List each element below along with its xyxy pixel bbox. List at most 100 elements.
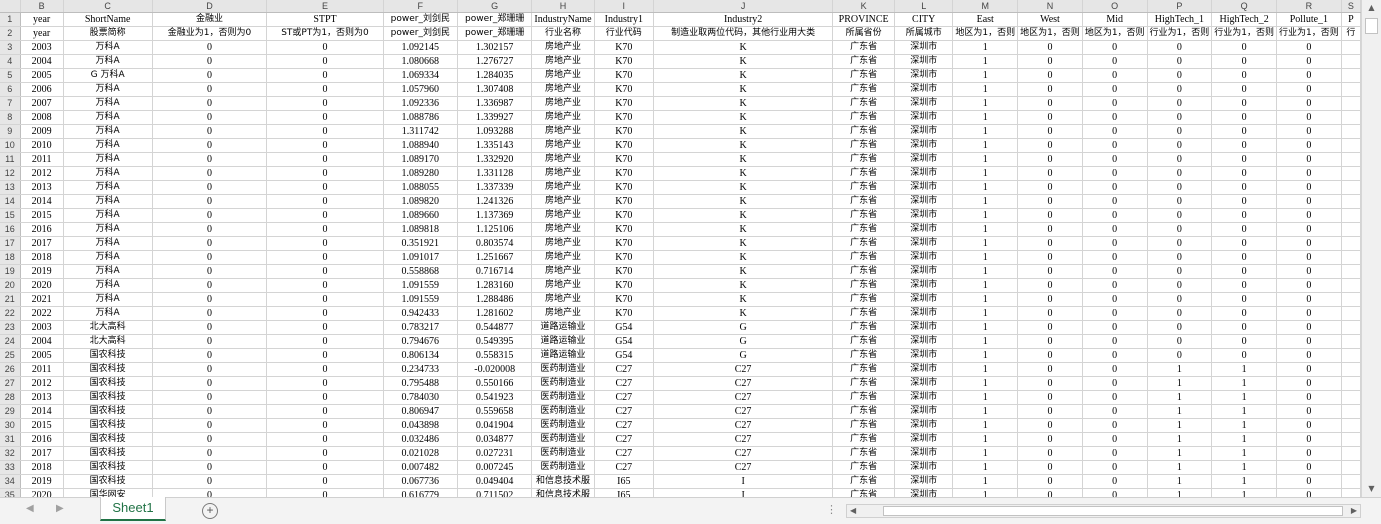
column-header-p[interactable]: P (1147, 0, 1213, 13)
cell[interactable] (1341, 110, 1361, 125)
cell[interactable]: 0 (152, 446, 268, 461)
cell[interactable]: 0 (1082, 166, 1148, 181)
cell[interactable]: 房地产业 (531, 180, 595, 195)
cell[interactable]: 0.021028 (383, 446, 458, 461)
cell[interactable]: 2016 (20, 222, 64, 237)
cell[interactable]: 0 (1276, 166, 1342, 181)
row-header[interactable]: 4 (0, 54, 21, 69)
cell[interactable]: Mid (1082, 12, 1148, 27)
cell[interactable]: 广东省 (832, 68, 896, 83)
cell[interactable]: C27 (594, 460, 655, 475)
column-header-b[interactable]: B (20, 0, 64, 13)
cell[interactable] (1341, 236, 1361, 251)
cell[interactable]: 0 (1082, 432, 1148, 447)
cell[interactable]: 万科A (63, 264, 153, 279)
cell[interactable]: 1 (1147, 474, 1213, 489)
cell[interactable]: 0 (1017, 68, 1083, 83)
cell[interactable]: 1 (952, 348, 1019, 363)
cell[interactable]: 0 (1276, 264, 1342, 279)
cell[interactable]: K (653, 166, 834, 181)
row-header[interactable]: 33 (0, 460, 21, 475)
cell[interactable]: 0 (266, 432, 384, 447)
cell[interactable]: 0 (1211, 54, 1278, 69)
cell[interactable]: 1.251667 (457, 250, 533, 265)
cell[interactable]: 1 (952, 390, 1019, 405)
cell[interactable]: 2012 (20, 376, 64, 391)
cell[interactable]: K (653, 124, 834, 139)
cell[interactable]: 万科A (63, 222, 153, 237)
cell[interactable]: 2004 (20, 54, 64, 69)
cell[interactable]: 0 (152, 404, 268, 419)
cell[interactable]: 道路运输业 (531, 334, 595, 349)
cell[interactable]: 2006 (20, 82, 64, 97)
cell[interactable]: 0 (1017, 334, 1083, 349)
cell[interactable]: 1 (952, 166, 1019, 181)
cell[interactable]: C27 (653, 446, 834, 461)
cell[interactable]: 1.332920 (457, 152, 533, 167)
vertical-scrollbar[interactable]: ▲ ▼ (1361, 0, 1381, 497)
cell[interactable]: 行 (1341, 26, 1361, 41)
column-header-c[interactable]: C (63, 0, 153, 13)
cell[interactable]: 0 (1082, 418, 1148, 433)
cell[interactable]: K (653, 68, 834, 83)
cell[interactable]: 0.049404 (457, 474, 533, 489)
cell[interactable]: 国农科技 (63, 404, 153, 419)
row-header[interactable]: 21 (0, 292, 21, 307)
cell[interactable]: 0 (1017, 222, 1083, 237)
cell[interactable]: 1.137369 (457, 208, 533, 223)
cell[interactable]: 1.307408 (457, 82, 533, 97)
cell[interactable]: 0 (1082, 404, 1148, 419)
cell[interactable]: K (653, 96, 834, 111)
cell[interactable]: K (653, 54, 834, 69)
cell[interactable]: 行业为1，否则 (1276, 26, 1342, 41)
cell[interactable]: 0 (1211, 166, 1278, 181)
cell[interactable]: 行业为1，否则 (1211, 26, 1278, 41)
cell[interactable]: 万科A (63, 54, 153, 69)
cell[interactable]: 深圳市 (894, 250, 954, 265)
cell[interactable]: 0 (1147, 54, 1213, 69)
select-all-corner[interactable] (0, 0, 21, 13)
cell[interactable]: 1 (1147, 460, 1213, 475)
cell[interactable]: 0.032486 (383, 432, 458, 447)
cell[interactable]: 0 (1276, 488, 1342, 497)
cell[interactable]: 0 (152, 166, 268, 181)
cell[interactable]: 0 (152, 474, 268, 489)
cell[interactable] (1341, 278, 1361, 293)
cell[interactable]: 1.089818 (383, 222, 458, 237)
cell[interactable]: 0.942433 (383, 306, 458, 321)
cell[interactable]: 0 (1276, 250, 1342, 265)
cell[interactable] (1341, 362, 1361, 377)
cell[interactable]: C27 (594, 362, 655, 377)
cell[interactable]: 0 (1276, 292, 1342, 307)
cell[interactable]: 0 (1082, 348, 1148, 363)
next-sheet-arrow-icon[interactable]: ▶ (56, 503, 64, 514)
cell[interactable]: 广东省 (832, 334, 896, 349)
cell[interactable]: 0.007482 (383, 460, 458, 475)
cell[interactable]: 1 (952, 446, 1019, 461)
cell[interactable]: 0 (152, 418, 268, 433)
row-header[interactable]: 32 (0, 446, 21, 461)
cell[interactable]: 1 (952, 460, 1019, 475)
cell[interactable]: G54 (594, 320, 655, 335)
cell[interactable]: 0 (1017, 40, 1083, 55)
cell[interactable]: 0 (152, 222, 268, 237)
cell[interactable]: 0 (1082, 390, 1148, 405)
cell[interactable]: 1 (952, 404, 1019, 419)
cell[interactable]: 房地产业 (531, 236, 595, 251)
cell[interactable]: power_郑珊珊 (457, 26, 533, 41)
cell[interactable] (1341, 124, 1361, 139)
cell[interactable]: 1 (952, 54, 1019, 69)
cell[interactable]: 0 (1276, 208, 1342, 223)
cell[interactable] (1341, 488, 1361, 497)
cell[interactable]: 广东省 (832, 82, 896, 97)
cell[interactable]: 金融业 (152, 12, 268, 27)
row-header[interactable]: 17 (0, 236, 21, 251)
cell[interactable]: K (653, 264, 834, 279)
cell[interactable]: 0 (152, 250, 268, 265)
row-header[interactable]: 31 (0, 432, 21, 447)
cell[interactable]: 0 (1017, 418, 1083, 433)
cell[interactable]: 行业为1，否则 (1147, 26, 1213, 41)
cell[interactable]: 2019 (20, 474, 64, 489)
cell[interactable]: 1.088055 (383, 180, 458, 195)
cell[interactable]: 0 (1276, 390, 1342, 405)
